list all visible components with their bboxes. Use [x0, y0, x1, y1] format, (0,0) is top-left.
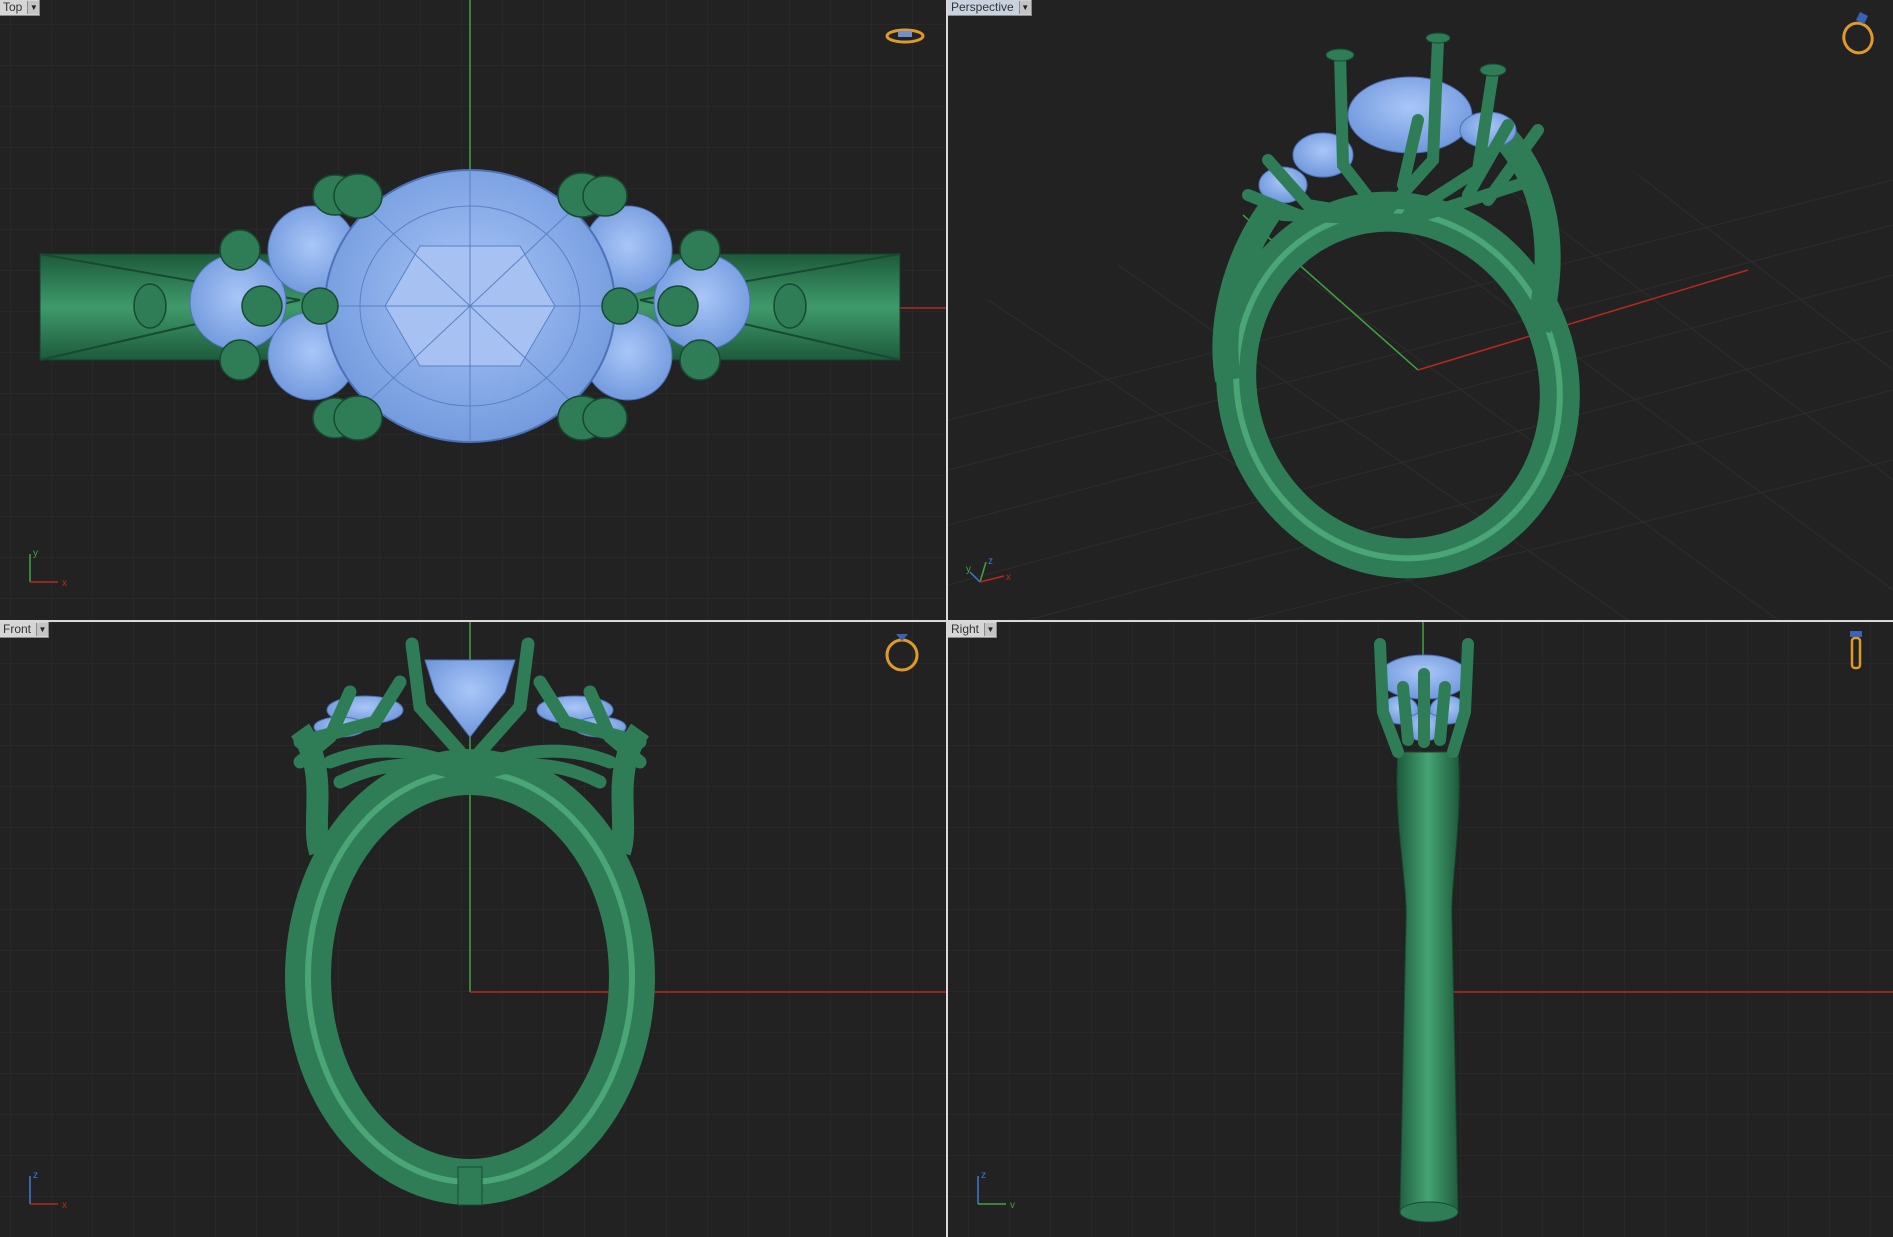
- axis-icon: z x: [29, 1170, 67, 1208]
- viewport-title: Front: [3, 622, 32, 636]
- axis-icon: y x: [29, 548, 67, 586]
- top-view-scene[interactable]: [0, 0, 946, 620]
- viewport-label-right[interactable]: Right ▼: [948, 622, 998, 638]
- axis-label-horizontal: x: [62, 578, 67, 586]
- viewport-front[interactable]: Front ▼ z x: [0, 622, 946, 1237]
- axis-label-vertical: z: [981, 1170, 986, 1181]
- ring-nav-icon[interactable]: [882, 630, 922, 672]
- viewport-perspective[interactable]: Perspective ▼ z x y: [948, 0, 1893, 620]
- viewport-label-top[interactable]: Top ▼: [0, 0, 41, 16]
- right-view-scene[interactable]: [948, 622, 1893, 1237]
- chevron-down-icon[interactable]: ▼: [36, 623, 49, 636]
- axis-label-horizontal: x: [62, 1200, 67, 1208]
- viewport-splitter-horizontal[interactable]: [0, 620, 1893, 622]
- axis-icon: z x y: [966, 556, 1011, 583]
- viewport-title: Right: [951, 622, 980, 636]
- viewport-title: Top: [3, 0, 23, 14]
- ring-nav-icon[interactable]: [885, 24, 925, 48]
- axis-label-vertical: z: [988, 556, 993, 567]
- ring-nav-icon[interactable]: [1838, 8, 1882, 56]
- axis-label-horizontal: y: [1010, 1200, 1015, 1208]
- viewport-right[interactable]: Right ▼ z y: [948, 622, 1893, 1237]
- axis-label-vertical: y: [33, 548, 38, 559]
- chevron-down-icon[interactable]: ▼: [1018, 1, 1031, 14]
- chevron-down-icon[interactable]: ▼: [27, 1, 40, 14]
- viewport-label-front[interactable]: Front ▼: [0, 622, 50, 638]
- viewport-splitter-vertical[interactable]: [946, 0, 948, 1237]
- axis-label-vertical: z: [33, 1170, 38, 1181]
- front-view-scene[interactable]: [0, 622, 946, 1237]
- axis-label-horizontal: x: [1006, 572, 1011, 583]
- viewport-top[interactable]: Top ▼ y x: [0, 0, 946, 620]
- viewport-label-perspective[interactable]: Perspective ▼: [948, 0, 1032, 16]
- viewport-title: Perspective: [951, 0, 1014, 14]
- chevron-down-icon[interactable]: ▼: [984, 623, 997, 636]
- axis-icon: z y: [977, 1170, 1015, 1208]
- axis-label-depth: y: [966, 564, 971, 575]
- ring-nav-icon[interactable]: [1846, 628, 1868, 672]
- perspective-view-scene[interactable]: [948, 0, 1893, 620]
